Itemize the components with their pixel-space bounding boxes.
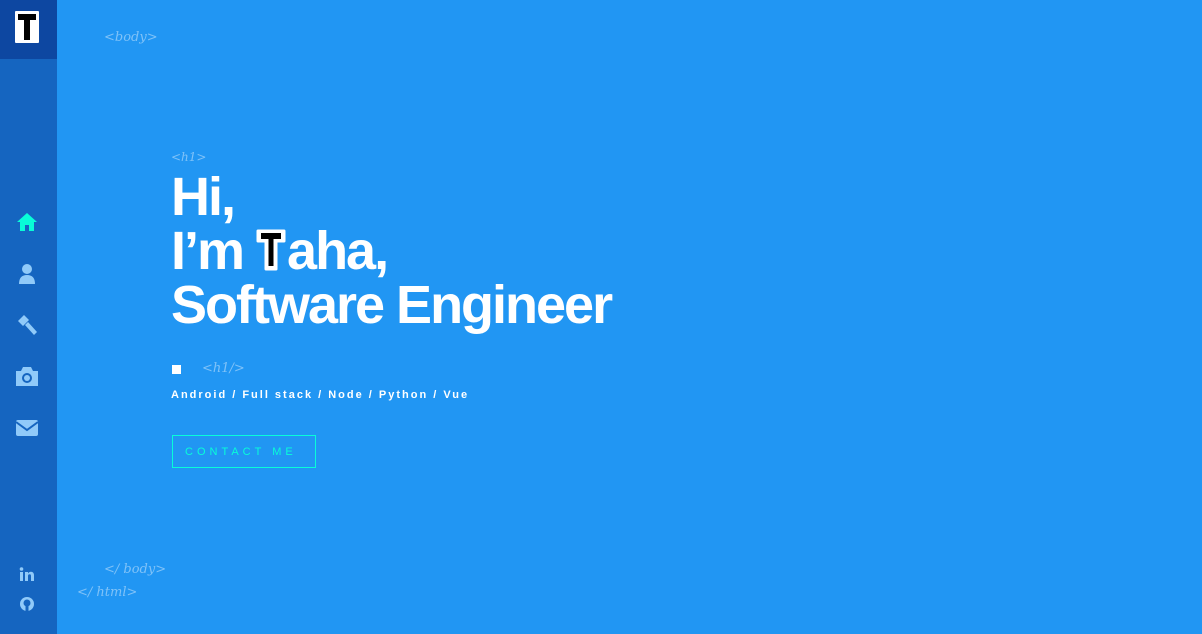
hero-heading: Hi, I’m aha, Software Engineer bbox=[171, 167, 613, 335]
home-icon[interactable] bbox=[14, 209, 40, 235]
hammer-icon[interactable] bbox=[14, 312, 40, 338]
hero-line-2-suffix: aha, bbox=[287, 221, 389, 281]
skills-subtitle: Android / Full stack / Node / Python / V… bbox=[171, 389, 470, 401]
hero-line-2: I’m aha, bbox=[171, 224, 611, 278]
hero-line-3: Software Engineer bbox=[171, 275, 613, 335]
github-icon[interactable] bbox=[18, 595, 36, 613]
h1-open-tag: <h1> bbox=[171, 150, 207, 164]
camera-icon[interactable] bbox=[14, 363, 40, 389]
body-open-tag: <body> bbox=[104, 30, 158, 45]
sidebar bbox=[0, 0, 57, 634]
envelope-icon[interactable] bbox=[14, 415, 40, 441]
html-close-tag: </ html> bbox=[77, 585, 138, 600]
body-close-tag: </ body> bbox=[104, 562, 167, 577]
logo-t-icon bbox=[15, 11, 39, 43]
hero-line-1: Hi, bbox=[171, 167, 236, 227]
hero-line-2-prefix: I’m bbox=[171, 221, 257, 281]
contact-me-button[interactable]: CONTACT ME bbox=[172, 435, 316, 468]
h1-close-tag: <h1/> bbox=[202, 361, 245, 376]
square-bullet bbox=[172, 365, 181, 374]
logo[interactable] bbox=[0, 0, 57, 59]
t-letter-icon bbox=[256, 227, 286, 271]
user-icon[interactable] bbox=[14, 261, 40, 287]
linkedin-icon[interactable] bbox=[18, 566, 36, 584]
